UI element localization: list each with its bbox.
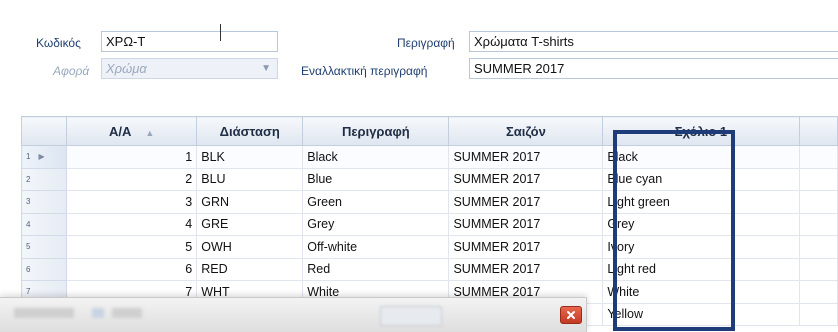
cell-comment1[interactable]: Light red bbox=[602, 257, 800, 281]
sort-indicator-icon: ▲ bbox=[145, 127, 155, 138]
cell-comment1[interactable]: Blue cyan bbox=[602, 167, 800, 191]
about-label: Αφορά bbox=[53, 64, 90, 78]
column-header-comment1[interactable]: Σχόλιο 1 bbox=[602, 116, 800, 146]
cell-aa[interactable]: 4 bbox=[66, 212, 198, 236]
cell-dimension[interactable]: BLU bbox=[196, 167, 304, 191]
cell-extra bbox=[798, 145, 838, 169]
cell-season[interactable]: SUMMER 2017 bbox=[448, 235, 604, 259]
cell-dimension[interactable]: GRE bbox=[196, 212, 304, 236]
cell-season[interactable]: SUMMER 2017 bbox=[448, 167, 604, 191]
row-header[interactable]: 3 bbox=[21, 190, 68, 214]
row-header[interactable]: 6 bbox=[21, 257, 68, 281]
text-cursor-icon bbox=[220, 24, 221, 41]
blurred-icon bbox=[92, 308, 104, 318]
column-header-extra bbox=[798, 116, 838, 146]
table-row[interactable]: 4 4 GRE Grey SUMMER 2017 Grey bbox=[21, 212, 838, 236]
cell-season[interactable]: SUMMER 2017 bbox=[448, 257, 604, 281]
cell-dimension[interactable]: BLK bbox=[196, 145, 304, 169]
chevron-down-icon: ▼ bbox=[261, 63, 271, 74]
cell-description[interactable]: Red bbox=[302, 257, 450, 281]
table-row[interactable]: 1 ▶ 1 BLK Black SUMMER 2017 Black bbox=[21, 145, 838, 169]
cell-description[interactable]: Off-white bbox=[302, 235, 450, 259]
close-icon[interactable] bbox=[560, 306, 582, 324]
cell-aa[interactable]: 5 bbox=[66, 235, 198, 259]
row-header-corner bbox=[21, 116, 68, 146]
cell-season[interactable]: SUMMER 2017 bbox=[448, 212, 604, 236]
cell-extra bbox=[798, 302, 838, 326]
cell-dimension[interactable]: OWH bbox=[196, 235, 304, 259]
row-header[interactable]: 1 ▶ bbox=[21, 145, 68, 169]
about-select: Χρώμα ▼ bbox=[101, 58, 278, 79]
cell-comment1[interactable]: Black bbox=[602, 145, 800, 169]
row-header[interactable]: 2 bbox=[21, 167, 68, 191]
cell-comment1[interactable]: White bbox=[602, 280, 800, 304]
row-number: 1 bbox=[26, 152, 31, 162]
alt-description-field[interactable]: SUMMER 2017 bbox=[469, 58, 838, 79]
alt-description-label: Εναλλακτική περιγραφή bbox=[301, 64, 428, 78]
code-field[interactable]: ΧΡΩ-Τ bbox=[101, 31, 278, 52]
cell-description[interactable]: Green bbox=[302, 190, 450, 214]
row-header[interactable]: 4 bbox=[21, 212, 68, 236]
column-header-aa-label: Α/Α bbox=[108, 123, 132, 139]
cell-aa[interactable]: 3 bbox=[66, 190, 198, 214]
cell-extra bbox=[798, 235, 838, 259]
cell-description[interactable]: Black bbox=[302, 145, 450, 169]
cell-comment1[interactable]: Light green bbox=[602, 190, 800, 214]
description-field[interactable]: Χρώματα T-shirts bbox=[469, 31, 838, 52]
code-label: Κωδικός bbox=[36, 36, 81, 50]
cell-dimension[interactable]: GRN bbox=[196, 190, 304, 214]
cell-comment1[interactable]: Ivory bbox=[602, 235, 800, 259]
cell-comment1[interactable]: Yellow bbox=[602, 302, 800, 326]
cell-extra bbox=[798, 280, 838, 304]
table-row[interactable]: 2 2 BLU Blue SUMMER 2017 Blue cyan bbox=[21, 167, 838, 191]
cell-aa[interactable]: 6 bbox=[66, 257, 198, 281]
column-header-description[interactable]: Περιγραφή bbox=[302, 116, 450, 146]
column-header-aa[interactable]: Α/Α ▲ bbox=[66, 116, 198, 146]
table-row[interactable]: 6 6 RED Red SUMMER 2017 Light red bbox=[21, 257, 838, 281]
row-header[interactable]: 5 bbox=[21, 235, 68, 259]
about-select-value: Χρώμα bbox=[106, 61, 147, 76]
column-header-season[interactable]: Σαιζόν bbox=[448, 116, 604, 146]
cell-comment1[interactable]: Grey bbox=[602, 212, 800, 236]
cell-aa[interactable]: 2 bbox=[66, 167, 198, 191]
cell-season[interactable]: SUMMER 2017 bbox=[448, 145, 604, 169]
cell-description[interactable]: Grey bbox=[302, 212, 450, 236]
cell-description[interactable]: Blue bbox=[302, 167, 450, 191]
blurred-text bbox=[14, 308, 74, 318]
column-header-dimension[interactable]: Διάσταση bbox=[196, 116, 304, 146]
cell-dimension[interactable]: RED bbox=[196, 257, 304, 281]
table-row[interactable]: 3 3 GRN Green SUMMER 2017 Light green bbox=[21, 190, 838, 214]
description-label: Περιγραφή bbox=[397, 36, 455, 50]
blurred-button[interactable] bbox=[380, 306, 442, 326]
cell-extra bbox=[798, 167, 838, 191]
cell-extra bbox=[798, 257, 838, 281]
overlay-window-bar bbox=[0, 297, 587, 332]
table-row[interactable]: 5 5 OWH Off-white SUMMER 2017 Ivory bbox=[21, 235, 838, 259]
cell-extra bbox=[798, 212, 838, 236]
cell-aa[interactable]: 1 bbox=[66, 145, 198, 169]
blurred-text bbox=[112, 308, 142, 318]
cell-season[interactable]: SUMMER 2017 bbox=[448, 190, 604, 214]
triangle-right-icon: ▶ bbox=[38, 152, 45, 162]
cell-extra bbox=[798, 190, 838, 214]
